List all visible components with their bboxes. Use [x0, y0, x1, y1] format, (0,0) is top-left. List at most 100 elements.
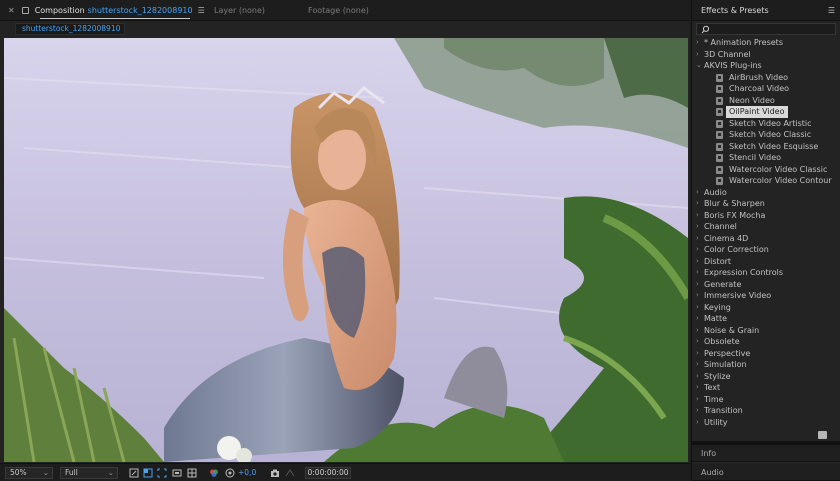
chevron-right-icon[interactable]: ›	[696, 371, 699, 383]
chevron-right-icon[interactable]: ›	[696, 394, 699, 406]
effect-label: 3D Channel	[704, 49, 751, 59]
effect-icon	[716, 165, 723, 174]
effect-item[interactable]: OilPaint Video	[692, 106, 840, 118]
composition-tab-bar: ✕ Composition shutterstock_1282008910 ☰ Lay…	[0, 0, 690, 21]
effect-category[interactable]: › Audio	[692, 187, 840, 199]
chevron-right-icon[interactable]: ›	[696, 210, 699, 222]
effect-category[interactable]: › Generate	[692, 279, 840, 291]
effect-item[interactable]: Sketch Video Esquisse	[692, 141, 840, 153]
effect-item[interactable]: Sketch Video Artistic	[692, 118, 840, 130]
effect-category[interactable]: › Matte	[692, 313, 840, 325]
effect-label: Audio	[704, 187, 727, 197]
chevron-right-icon[interactable]: ›	[696, 187, 699, 199]
chevron-right-icon[interactable]: ›	[696, 279, 699, 291]
effect-category[interactable]: › Noise & Grain	[692, 325, 840, 337]
effect-label: Sketch Video Esquisse	[729, 141, 819, 151]
effect-category[interactable]: › Simulation	[692, 359, 840, 371]
effect-category[interactable]: › Text	[692, 382, 840, 394]
effect-category[interactable]: › Time	[692, 394, 840, 406]
chevron-right-icon[interactable]: ›	[696, 49, 699, 61]
active-tab-underline	[40, 18, 190, 19]
composition-subtab[interactable]: shutterstock_1282008910	[15, 23, 125, 35]
composition-panel: ✕ Composition shutterstock_1282008910 ☰ Lay…	[0, 0, 690, 481]
chevron-right-icon[interactable]: ›	[696, 359, 699, 371]
audio-panel-tab[interactable]: Audio	[692, 464, 840, 481]
chevron-right-icon[interactable]: ›	[696, 290, 699, 302]
effect-label: Blur & Sharpen	[704, 199, 765, 208]
effect-label: Distort	[704, 256, 732, 266]
effect-category[interactable]: › Channel	[692, 221, 840, 233]
effect-item[interactable]: Charcoal Video	[692, 83, 840, 95]
effect-category[interactable]: › * Animation Presets	[692, 37, 840, 49]
panel-menu-icon[interactable]: ☰	[828, 0, 835, 21]
effect-category[interactable]: › Blur & Sharpen	[692, 198, 840, 210]
effect-category[interactable]: ⌄ AKVIS Plug-ins	[692, 60, 840, 72]
tab-footage[interactable]: Footage (none)	[308, 0, 369, 21]
effect-category[interactable]: › Cinema 4D	[692, 233, 840, 245]
exposure-reset-icon[interactable]	[225, 468, 235, 478]
chevron-right-icon[interactable]: ›	[696, 382, 699, 394]
chevron-right-icon[interactable]: ›	[696, 244, 699, 256]
composition-viewer[interactable]	[4, 38, 688, 462]
region-of-interest-icon[interactable]	[157, 468, 167, 478]
snapshot-camera-icon[interactable]	[270, 468, 280, 478]
chevron-right-icon[interactable]: ›	[696, 221, 699, 233]
chevron-right-icon[interactable]: ›	[696, 348, 699, 360]
effect-item[interactable]: Watercolor Video Classic	[692, 164, 840, 176]
grid-guides-icon[interactable]	[187, 468, 197, 478]
chevron-right-icon[interactable]: ›	[696, 256, 699, 268]
chevron-right-icon[interactable]: ›	[696, 336, 699, 348]
chevron-right-icon[interactable]: ›	[696, 198, 699, 210]
effect-category[interactable]: › Distort	[692, 256, 840, 268]
effect-category[interactable]: › 3D Channel	[692, 49, 840, 61]
current-time-display[interactable]: 0:00:00:00	[305, 467, 351, 479]
effect-label: * Animation Presets	[704, 38, 783, 47]
effect-item[interactable]: AirBrush Video	[692, 72, 840, 84]
chevron-right-icon[interactable]: ›	[696, 313, 699, 325]
chevron-right-icon[interactable]: ›	[696, 37, 699, 49]
show-snapshot-icon[interactable]	[285, 468, 295, 478]
chevron-right-icon[interactable]: ›	[696, 417, 699, 429]
effect-category[interactable]: › Immersive Video	[692, 290, 840, 302]
effect-label: Boris FX Mocha	[704, 210, 766, 220]
mask-visibility-icon[interactable]	[172, 468, 182, 478]
effect-label: Text	[704, 383, 721, 392]
effect-category[interactable]: › Perspective	[692, 348, 840, 360]
effects-search-input[interactable]	[696, 23, 836, 35]
painted-frame-image	[4, 38, 688, 462]
chevron-right-icon[interactable]: ›	[696, 302, 699, 314]
close-icon[interactable]: ✕	[8, 6, 15, 15]
effect-item[interactable]: Sketch Video Classic	[692, 129, 840, 141]
tab-layer[interactable]: Layer (none)	[214, 0, 265, 21]
chevron-right-icon[interactable]: ›	[696, 233, 699, 245]
resolution-dropdown[interactable]: Full ⌄	[60, 467, 118, 479]
effect-item[interactable]: Neon Video	[692, 95, 840, 107]
chevron-down-icon: ⌄	[107, 468, 114, 477]
transparency-grid-icon[interactable]	[143, 468, 153, 478]
effect-category[interactable]: › Color Correction	[692, 244, 840, 256]
chevron-right-icon[interactable]: ›	[696, 405, 699, 417]
effect-category[interactable]: › Transition	[692, 405, 840, 417]
color-channels-icon[interactable]	[209, 468, 219, 478]
fast-previews-icon[interactable]	[129, 468, 139, 478]
new-bin-icon[interactable]	[818, 431, 827, 439]
effect-category[interactable]: › Boris FX Mocha	[692, 210, 840, 222]
chevron-right-icon[interactable]: ›	[696, 325, 699, 337]
effect-category[interactable]: › Expression Controls	[692, 267, 840, 279]
effect-category[interactable]: › Utility	[692, 417, 840, 429]
effect-item[interactable]: Watercolor Video Contour	[692, 175, 840, 187]
effect-category[interactable]: › Obsolete	[692, 336, 840, 348]
effect-label: Charcoal Video	[729, 84, 790, 93]
effect-category[interactable]: › Keying	[692, 302, 840, 314]
chevron-right-icon[interactable]: ›	[696, 267, 699, 279]
panel-menu-icon[interactable]: ☰	[198, 6, 205, 15]
effect-category[interactable]: › Stylize	[692, 371, 840, 383]
effect-label: Expression Controls	[704, 268, 784, 277]
info-panel-tab[interactable]: Info	[692, 445, 840, 462]
effect-item[interactable]: Stencil Video	[692, 152, 840, 164]
effect-label: Generate	[704, 279, 742, 289]
lock-icon[interactable]	[21, 7, 29, 14]
chevron-down-icon[interactable]: ⌄	[696, 60, 702, 72]
exposure-value[interactable]: +0,0	[238, 467, 256, 479]
magnification-dropdown[interactable]: 50% ⌄	[5, 467, 53, 479]
